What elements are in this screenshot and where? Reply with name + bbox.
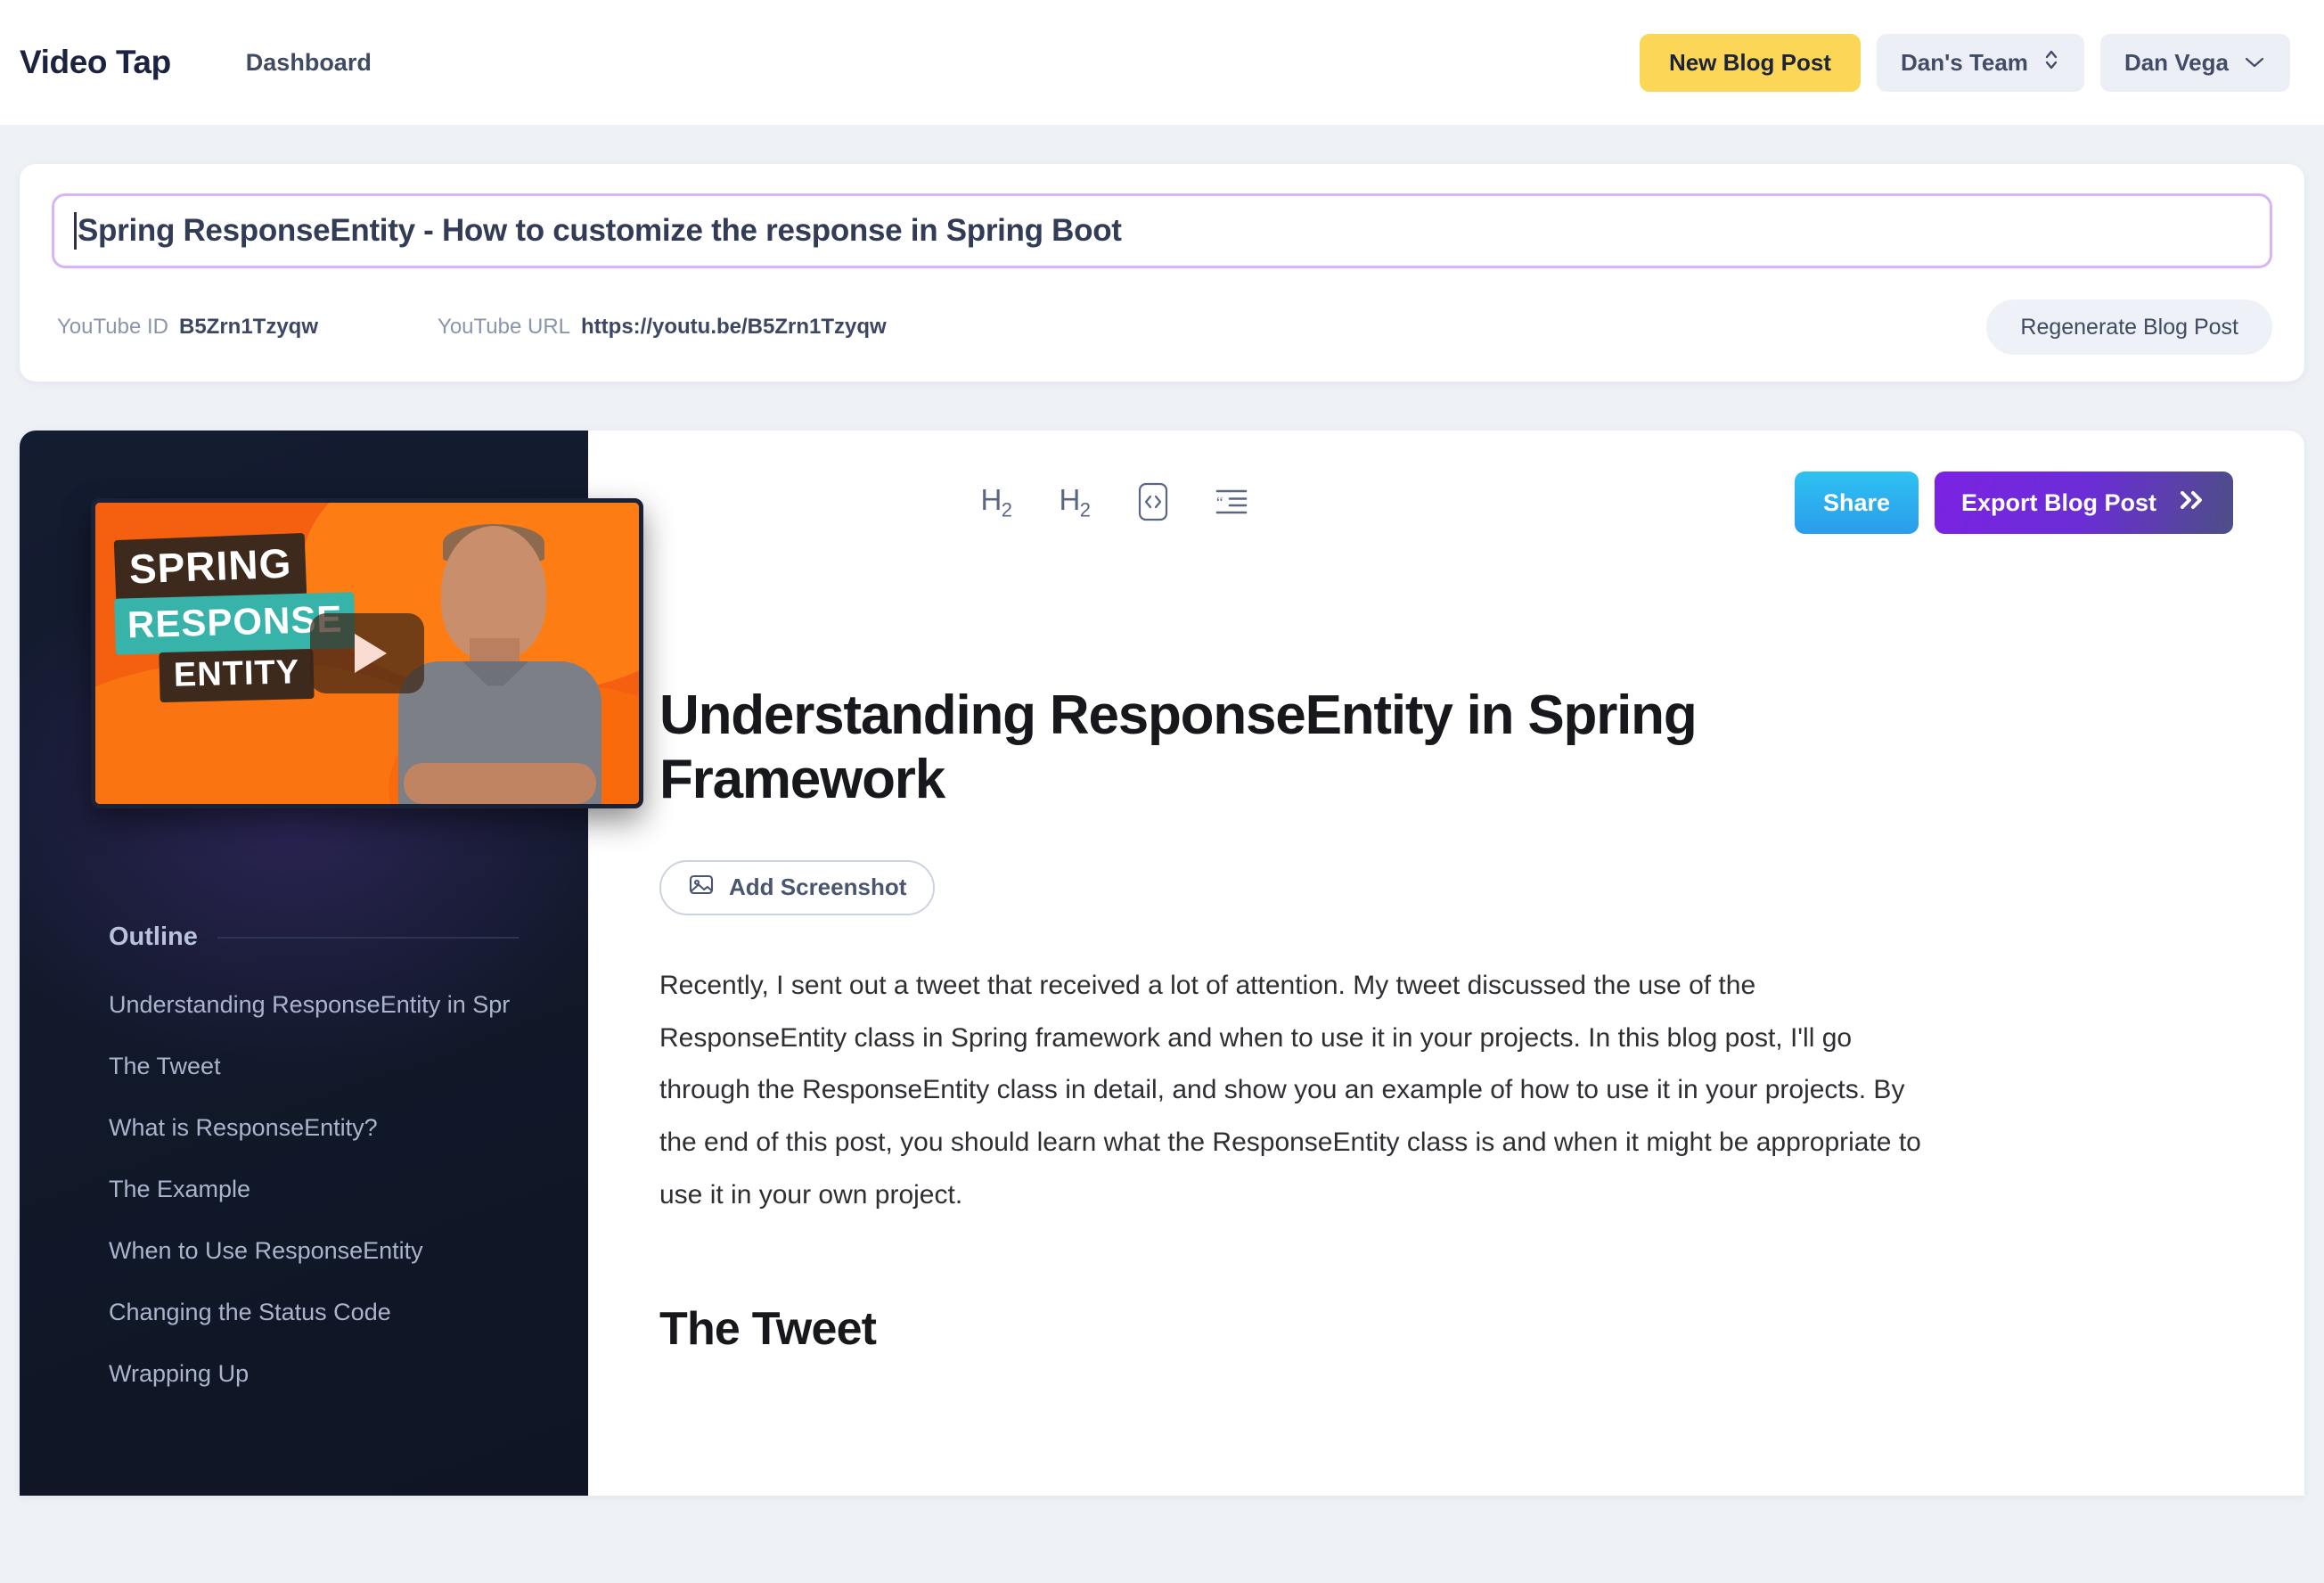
outline-item[interactable]: The Tweet bbox=[109, 1053, 552, 1080]
document-paragraph[interactable]: Recently, I sent out a tweet that receiv… bbox=[659, 960, 1934, 1222]
video-meta-row: YouTube ID B5Zrn1Tzyqw YouTube URL https… bbox=[52, 299, 2272, 355]
editor-toolbar: H2 H2 “ Share Export Blog Post bbox=[659, 431, 2233, 534]
code-icon bbox=[1136, 480, 1170, 526]
heading-2-icon: H2 bbox=[980, 483, 1012, 521]
export-button-label: Export Blog Post bbox=[1960, 488, 2156, 516]
outline-header: Outline bbox=[20, 923, 588, 952]
outline-sidebar: SPRING RESPONSE ENTITY Outline Understan… bbox=[20, 431, 643, 1496]
editor-shell: SPRING RESPONSE ENTITY Outline Understan… bbox=[20, 431, 2304, 1496]
formatting-tools: H2 H2 “ bbox=[971, 478, 1256, 528]
editor-content-panel: H2 H2 “ Share Export Blog Post Understan… bbox=[588, 431, 2304, 1496]
heading-2-alt-icon: H2 bbox=[1059, 483, 1091, 521]
regenerate-blog-post-button[interactable]: Regenerate Blog Post bbox=[1986, 299, 2272, 355]
app-header: Video Tap Dashboard New Blog Post Dan's … bbox=[0, 0, 2324, 125]
chevron-up-down-icon bbox=[2042, 46, 2060, 79]
editor-actions: Share Export Blog Post bbox=[1794, 472, 2233, 534]
user-menu-button[interactable]: Dan Vega bbox=[2099, 33, 2290, 92]
post-title-value: Spring ResponseEntity - How to customize… bbox=[78, 213, 1122, 248]
youtube-id-label: YouTube ID bbox=[57, 315, 168, 339]
video-thumbnail[interactable]: SPRING RESPONSE ENTITY bbox=[91, 498, 643, 808]
image-icon bbox=[688, 872, 715, 903]
document-section-heading[interactable]: The Tweet bbox=[659, 1302, 2233, 1356]
youtube-url-value[interactable]: https://youtu.be/B5Zrn1Tzyqw bbox=[581, 315, 887, 340]
add-screenshot-label: Add Screenshot bbox=[729, 874, 907, 901]
svg-text:“: “ bbox=[1216, 494, 1223, 511]
team-switcher[interactable]: Dan's Team bbox=[1876, 33, 2084, 92]
post-meta-card: Spring ResponseEntity - How to customize… bbox=[20, 164, 2304, 381]
new-blog-post-button[interactable]: New Blog Post bbox=[1639, 33, 1861, 92]
text-caret bbox=[74, 212, 77, 250]
add-screenshot-button[interactable]: Add Screenshot bbox=[659, 859, 936, 915]
nav-item-dashboard[interactable]: Dashboard bbox=[246, 49, 372, 77]
outline-divider bbox=[217, 936, 519, 939]
chevron-down-icon bbox=[2243, 49, 2266, 77]
app-brand[interactable]: Video Tap bbox=[20, 44, 171, 81]
play-button-icon[interactable] bbox=[310, 613, 424, 693]
outline-item[interactable]: What is ResponseEntity? bbox=[109, 1114, 552, 1142]
post-title-input[interactable]: Spring ResponseEntity - How to customize… bbox=[52, 193, 2272, 268]
double-chevron-right-icon bbox=[2176, 488, 2206, 518]
outline-item[interactable]: Understanding ResponseEntity in Spr bbox=[109, 991, 552, 1019]
blockquote-button[interactable]: “ bbox=[1207, 478, 1256, 528]
heading-2-alt-button[interactable]: H2 bbox=[1050, 478, 1100, 528]
code-block-button[interactable] bbox=[1128, 478, 1178, 528]
outline-item[interactable]: The Example bbox=[109, 1176, 552, 1203]
thumbnail-title-line-1: SPRING bbox=[113, 532, 307, 603]
blockquote-icon: “ bbox=[1212, 485, 1251, 521]
document-title[interactable]: Understanding ResponseEntity in Spring F… bbox=[659, 684, 1836, 812]
user-menu-label: Dan Vega bbox=[2124, 48, 2229, 76]
youtube-id-value: B5Zrn1Tzyqw bbox=[178, 315, 319, 339]
outline-heading: Outline bbox=[109, 923, 198, 951]
outline-item[interactable]: Changing the Status Code bbox=[109, 1299, 552, 1326]
outline-item[interactable]: When to Use ResponseEntity bbox=[109, 1237, 552, 1265]
heading-2-button[interactable]: H2 bbox=[971, 478, 1021, 528]
header-actions: New Blog Post Dan's Team Dan Vega bbox=[1639, 33, 2290, 92]
team-switcher-label: Dan's Team bbox=[1900, 48, 2028, 76]
share-button[interactable]: Share bbox=[1794, 472, 1919, 534]
outline-item[interactable]: Wrapping Up bbox=[109, 1360, 552, 1388]
youtube-url-label: YouTube URL bbox=[438, 315, 571, 339]
export-blog-post-button[interactable]: Export Blog Post bbox=[1934, 472, 2233, 534]
outline-list: Understanding ResponseEntity in Spr The … bbox=[20, 991, 588, 1388]
thumbnail-title-line-3: ENTITY bbox=[159, 648, 315, 703]
